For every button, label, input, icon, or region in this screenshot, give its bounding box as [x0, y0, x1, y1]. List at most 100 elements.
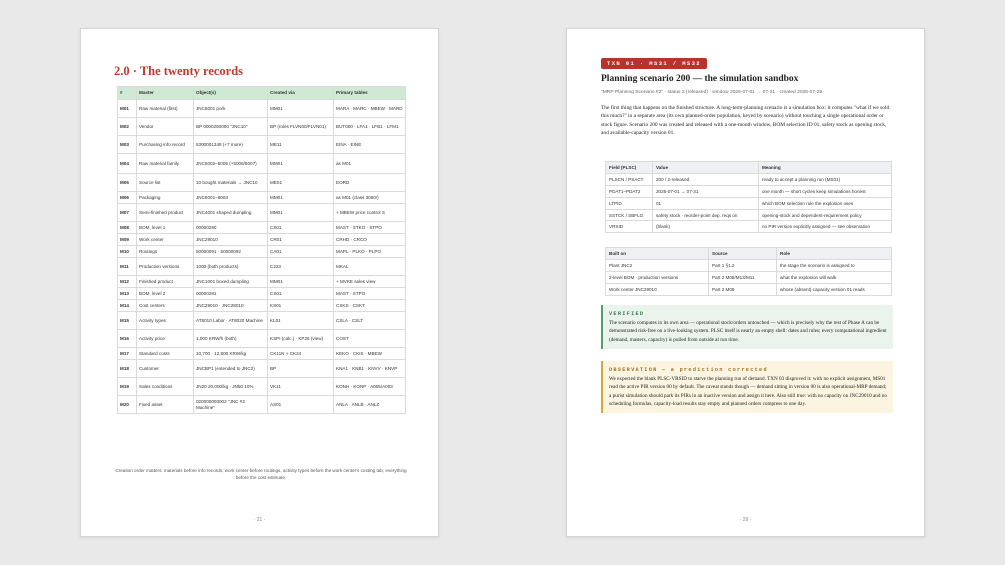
- table-cell: Customer: [136, 359, 194, 378]
- table-cell: 50000091 · 50000092: [193, 245, 268, 258]
- column-header: Object(s): [193, 86, 268, 100]
- table-cell: CRHD · CRCO: [333, 233, 406, 246]
- table-cell: 00000280: [193, 221, 268, 234]
- table-cell: CSLA · CSLT: [333, 311, 406, 330]
- table-caption: Creation order matters: materials before…: [115, 468, 407, 480]
- table-cell: whose (absent) capacity version 01 reads: [776, 282, 892, 296]
- table-cell: BOM, level 2: [136, 287, 194, 300]
- table-cell: AS01: [267, 395, 334, 414]
- table-cell: M13: [117, 287, 137, 300]
- table-cell: opening-stock and dependent-requirement …: [758, 208, 892, 222]
- built-on-table: Built on Source Role Plant JNC2 Part 1 §1.2…: [605, 247, 892, 296]
- table-cell: M06: [117, 191, 137, 204]
- field-row: SSTCK / SBFLG safety stock · reorder-poin…: [605, 208, 892, 222]
- table-cell: MAST · STPO: [333, 287, 406, 300]
- record-row: M12 Finished product JNC1001 boxed dumplin…: [117, 275, 406, 288]
- record-row: M19 Sales conditions JN20 20,000/kg · JN50…: [117, 377, 406, 396]
- record-row: M13 BOM, level 2 00000281 CS01 MAST · STPO: [117, 287, 406, 300]
- table-cell: 01: [652, 196, 759, 210]
- table-cell: KONH · KONP · A005/A003: [333, 377, 406, 396]
- intro-paragraph: The first thing that happens on the fini…: [601, 105, 890, 136]
- table-cell: Activity types: [136, 311, 194, 330]
- table-cell: M02: [117, 117, 137, 136]
- table-cell: M01: [117, 99, 137, 118]
- table-cell: VRSID: [605, 220, 653, 234]
- table-cell: KS01: [267, 299, 334, 312]
- table-cell: 2026-07-01 → 07-31: [652, 184, 759, 198]
- records-table: # Master Object(s) Created via Primary table…: [117, 86, 406, 414]
- table-cell: + MBEW price control S: [333, 203, 406, 222]
- record-row: M02 Vendor BP 0000260000 "JNC10" BP (roles …: [117, 117, 406, 136]
- table-cell: ready to accept a planning run (MS01): [758, 172, 892, 186]
- table-cell: CSKS · CSKT: [333, 299, 406, 312]
- table-cell: M07: [117, 203, 137, 222]
- table-cell: KNA1 · KNB1 · KNVV · KNVP: [333, 359, 406, 378]
- table-cell: MAPL · PLKO · PLPO: [333, 245, 406, 258]
- table-cell: M19: [117, 377, 137, 396]
- table-cell: EORD: [333, 173, 406, 192]
- table-cell: MKAL: [333, 257, 406, 276]
- table-cell: safety stock · reorder-point dep. reqs o…: [652, 208, 759, 222]
- table-cell: Semi-finished product: [136, 203, 194, 222]
- table-cell: 1000 (both products): [193, 257, 268, 276]
- observation-text: We expected the blank PLSC-VRSID to star…: [609, 376, 887, 407]
- table-cell: Fixed asset: [136, 395, 194, 414]
- table-cell: M12: [117, 275, 137, 288]
- table-cell: 020000000002 "JNC #2 Machine": [193, 395, 268, 414]
- record-row: M11 Production versions 1000 (both product…: [117, 257, 406, 276]
- record-row: M03 Purchasing info record 5300001348 (+7 …: [117, 135, 406, 154]
- table-cell: Work center JNC29010: [605, 282, 709, 296]
- table-cell: JNC6001–6003: [193, 191, 268, 204]
- table-cell: M17: [117, 347, 137, 360]
- table-cell: M14: [117, 299, 137, 312]
- column-header: Field (PLSC): [605, 161, 653, 174]
- record-row: M07 Semi-finished product JNC4001 shaped d…: [117, 203, 406, 222]
- table-cell: AT8010 Labor · AT8020 Machine: [193, 311, 268, 330]
- table-cell: Routings: [136, 245, 194, 258]
- table-cell: (blank): [652, 220, 759, 234]
- field-row: LTPID 01 which BOM selection rule the expl…: [605, 196, 892, 210]
- table-cell: CA01: [267, 245, 334, 258]
- section-heading: 2.0 · The twenty records: [114, 64, 244, 78]
- table-cell: PDAT1–PDAT2: [605, 184, 653, 198]
- field-row: PLSCN / PSACT 200 / 2-released ready to ac…: [605, 172, 892, 186]
- table-cell: 00000281: [193, 287, 268, 300]
- table-cell: Packaging: [136, 191, 194, 204]
- table-cell: Plant JNC2: [605, 258, 709, 272]
- table-cell: 5300001348 (+7 more): [193, 135, 268, 154]
- table-cell: PLSCN / PSACT: [605, 172, 653, 186]
- table-cell: CS01: [267, 287, 334, 300]
- table-cell: BOM, level 1: [136, 221, 194, 234]
- table-cell: MAST · STKO · STPO: [333, 221, 406, 234]
- table-cell: 2-level BOM · production versions: [605, 270, 709, 284]
- page-number: · 29 ·: [739, 517, 752, 523]
- table-cell: the stage the scenario is assigned to: [776, 258, 892, 272]
- table-cell: CS01: [267, 221, 334, 234]
- table-cell: M03: [117, 135, 137, 154]
- table-cell: 10 bought materials → JNC10: [193, 173, 268, 192]
- table-cell: M05: [117, 173, 137, 192]
- table-cell: 1,000 KRW/h (both): [193, 329, 268, 348]
- table-cell: M11: [117, 257, 137, 276]
- table-cell: 10,700 · 12,800 KRW/kg: [193, 347, 268, 360]
- table-cell: JNC5001 pork: [193, 99, 268, 118]
- table-cell: M08: [117, 221, 137, 234]
- table-cell: EINA · EINE: [333, 135, 406, 154]
- table-cell: M16: [117, 329, 137, 348]
- table-cell: M18: [117, 359, 137, 378]
- verified-callout: VERIFIED The scenario computes in its ow…: [601, 305, 893, 349]
- table-cell: JNC29010: [193, 233, 268, 246]
- table-cell: M10: [117, 245, 137, 258]
- built-on-row: Plant JNC2 Part 1 §1.2 the stage the scena…: [605, 258, 892, 272]
- table-cell: Activity price: [136, 329, 194, 348]
- record-row: M18 Customer JNCBP1 (extended to JNC2) BP KN…: [117, 359, 406, 378]
- right-page: TXN 01 · MS31 / MS32 Planning scenario 2…: [566, 28, 925, 537]
- record-row: M10 Routings 50000091 · 50000092 CA01 MAPL ·…: [117, 245, 406, 258]
- record-row: M06 Packaging JNC6001–6003 MM01 as M01 (clas…: [117, 191, 406, 204]
- transaction-pill: TXN 01 · MS31 / MS32: [601, 58, 708, 69]
- table-cell: no PIR version explicitly assigned — see…: [758, 220, 892, 234]
- table-cell: MM01: [267, 99, 334, 118]
- table-cell: Part 2 M09: [708, 282, 777, 296]
- table-cell: 200 / 2-released: [652, 172, 759, 186]
- table-cell: Work center: [136, 233, 194, 246]
